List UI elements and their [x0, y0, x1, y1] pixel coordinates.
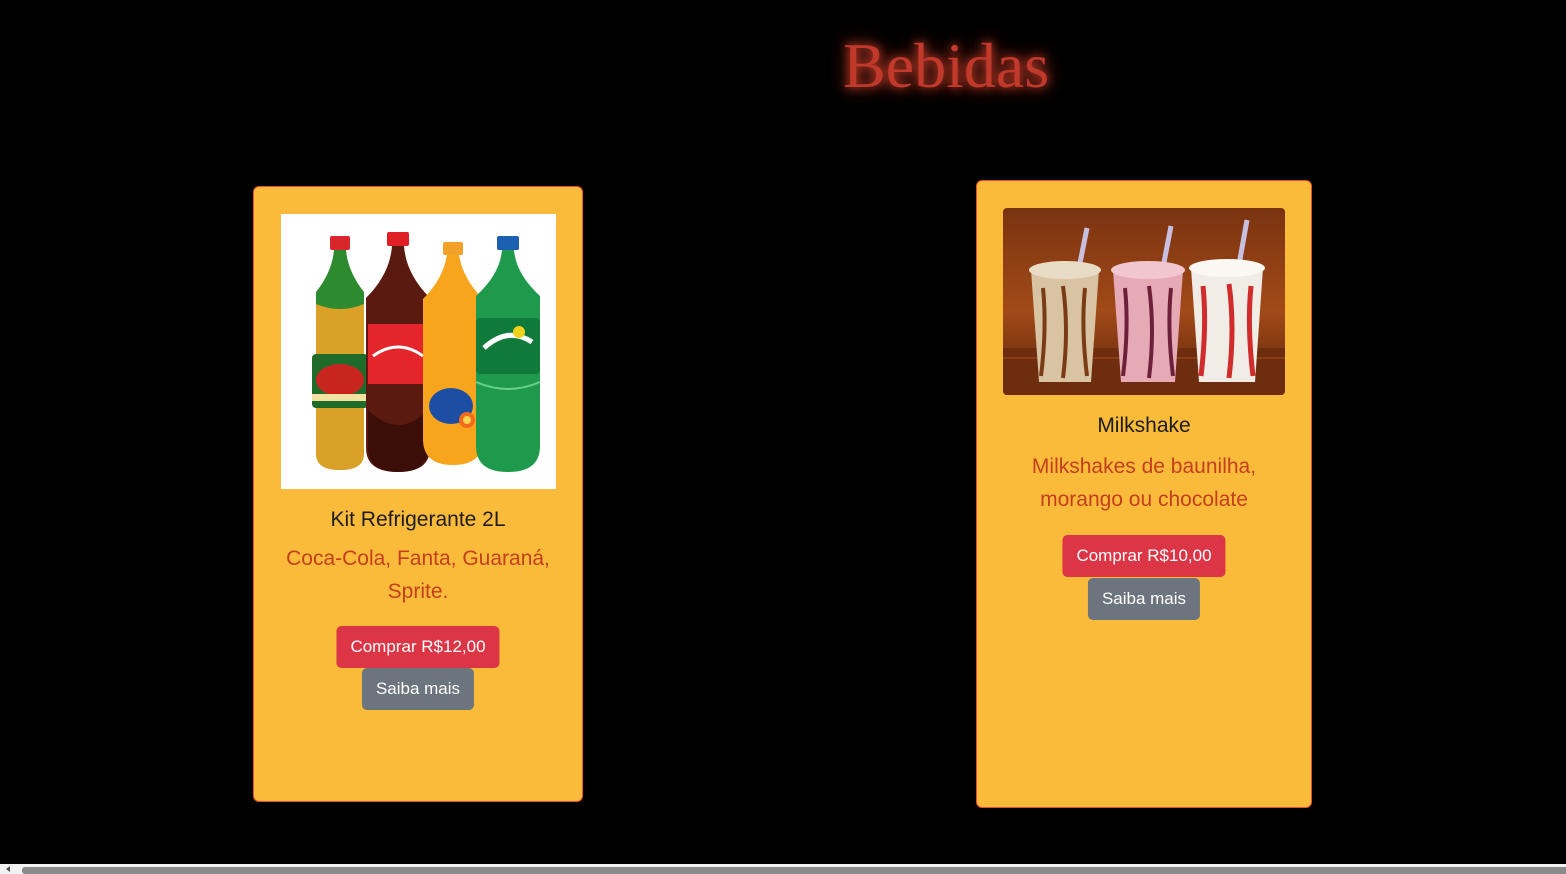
- buy-button[interactable]: Comprar R$12,00: [336, 626, 500, 668]
- product-description: Milkshakes de baunilha, morango ou choco…: [1031, 455, 1257, 511]
- page-title: Bebidas: [843, 30, 1050, 101]
- product-card-soda-kit: Kit Refrigerante 2L Coca-Cola, Fanta, Gu…: [253, 186, 583, 802]
- scrollbar-thumb[interactable]: [22, 867, 1566, 874]
- product-card-milkshake: Milkshake Milkshakes de baunilha, morang…: [976, 180, 1312, 808]
- horizontal-scrollbar[interactable]: [0, 864, 1566, 874]
- product-name: Kit Refrigerante 2L: [330, 508, 506, 531]
- buy-button[interactable]: Comprar R$10,00: [1062, 535, 1226, 577]
- more-info-button[interactable]: Saiba mais: [1087, 578, 1201, 620]
- soda-bottles-image: [281, 214, 556, 489]
- more-info-button[interactable]: Saiba mais: [361, 668, 475, 710]
- scroll-left-arrow-icon[interactable]: [6, 866, 10, 872]
- product-description: Coca-Cola, Fanta, Guaraná, Sprite.: [286, 547, 550, 603]
- milkshakes-image: [1003, 208, 1285, 395]
- product-name: Milkshake: [1097, 414, 1191, 437]
